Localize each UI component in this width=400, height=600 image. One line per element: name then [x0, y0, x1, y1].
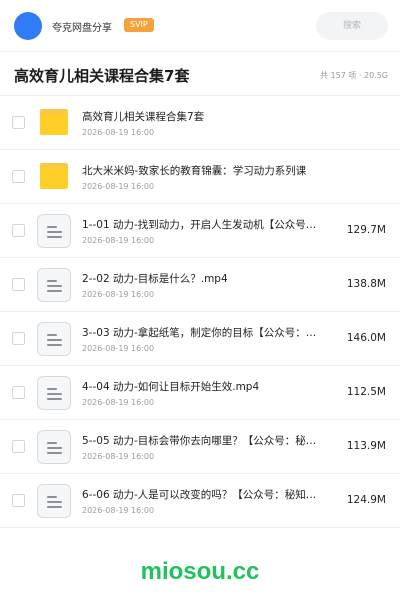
item-checkbox[interactable] — [12, 116, 25, 129]
page-title: 高效育儿相关课程合集7套 — [14, 67, 190, 85]
document-icon — [37, 268, 71, 302]
file-summary: 共 157 项 · 20.5G — [320, 71, 388, 80]
app-header: 夸克网盘分享 SVIP 搜索 — [0, 0, 400, 52]
item-size: 129.7M — [346, 224, 386, 236]
item-date: 2026-08-19 16:00 — [82, 128, 155, 137]
list-item[interactable]: 3--03 动力-拿起纸笔，制定你的目标【公众号：… 2026-08-19 16… — [0, 312, 400, 366]
document-icon — [37, 376, 71, 410]
item-checkbox[interactable] — [12, 386, 25, 399]
item-size: 113.9M — [346, 440, 386, 452]
item-name: 北大米米妈-致家长的教育锦囊：学习动力系列课 — [82, 165, 307, 177]
item-date: 2026-08-19 16:00 — [82, 398, 155, 407]
item-checkbox[interactable] — [12, 494, 25, 507]
list-item[interactable]: 1--01 动力-找到动力，开启人生发动机【公众号… 2026-08-19 16… — [0, 204, 400, 258]
item-size: 138.8M — [346, 278, 386, 290]
list-item[interactable]: 北大米米妈-致家长的教育锦囊：学习动力系列课 2026-08-19 16:00 — [0, 150, 400, 204]
search-input[interactable]: 搜索 — [316, 12, 388, 40]
item-checkbox[interactable] — [12, 170, 25, 183]
document-icon — [37, 214, 71, 248]
item-date: 2026-08-19 16:00 — [82, 236, 155, 245]
item-name: 3--03 动力-拿起纸笔，制定你的目标【公众号：… — [82, 327, 317, 339]
item-date: 2026-08-19 16:00 — [82, 344, 155, 353]
document-icon — [37, 322, 71, 356]
document-icon — [37, 484, 71, 518]
folder-icon — [40, 109, 68, 135]
item-name: 4--04 动力-如何让目标开始生效.mp4 — [82, 381, 260, 393]
item-name: 5--05 动力-目标会带你去向哪里？【公众号：秘… — [82, 435, 317, 447]
site-watermark: miosou.cc — [140, 558, 260, 585]
item-checkbox[interactable] — [12, 224, 25, 237]
item-size: 112.5M — [346, 386, 386, 398]
title-row: 高效育儿相关课程合集7套 共 157 项 · 20.5G — [0, 53, 400, 96]
avatar[interactable] — [14, 12, 42, 40]
item-date: 2026-08-19 16:00 — [82, 290, 155, 299]
item-name: 2--02 动力-目标是什么？.mp4 — [82, 273, 228, 285]
list-item[interactable]: 5--05 动力-目标会带你去向哪里？【公众号：秘… 2026-08-19 16… — [0, 420, 400, 474]
item-name: 6--06 动力-人是可以改变的吗？【公众号：秘知… — [82, 489, 317, 501]
list-item[interactable]: 高效育儿相关课程合集7套 2026-08-19 16:00 — [0, 96, 400, 150]
username: 夸克网盘分享 — [52, 23, 112, 34]
item-size: 146.0M — [346, 332, 386, 344]
svip-badge: SVIP — [124, 18, 154, 32]
item-checkbox[interactable] — [12, 278, 25, 291]
list-item[interactable]: 6--06 动力-人是可以改变的吗？【公众号：秘知… 2026-08-19 16… — [0, 474, 400, 528]
item-size: 124.9M — [346, 494, 386, 506]
list-item[interactable]: 4--04 动力-如何让目标开始生效.mp4 2026-08-19 16:00 … — [0, 366, 400, 420]
list-item[interactable]: 2--02 动力-目标是什么？.mp4 2026-08-19 16:00 138… — [0, 258, 400, 312]
item-name: 1--01 动力-找到动力，开启人生发动机【公众号… — [82, 219, 317, 231]
folder-icon — [40, 163, 68, 189]
file-list: 高效育儿相关课程合集7套 2026-08-19 16:00 北大米米妈-致家长的… — [0, 96, 400, 528]
item-date: 2026-08-19 16:00 — [82, 182, 155, 191]
item-name: 高效育儿相关课程合集7套 — [82, 111, 205, 123]
item-date: 2026-08-19 16:00 — [82, 506, 155, 515]
item-checkbox[interactable] — [12, 440, 25, 453]
item-checkbox[interactable] — [12, 332, 25, 345]
document-icon — [37, 430, 71, 464]
item-date: 2026-08-19 16:00 — [82, 452, 155, 461]
